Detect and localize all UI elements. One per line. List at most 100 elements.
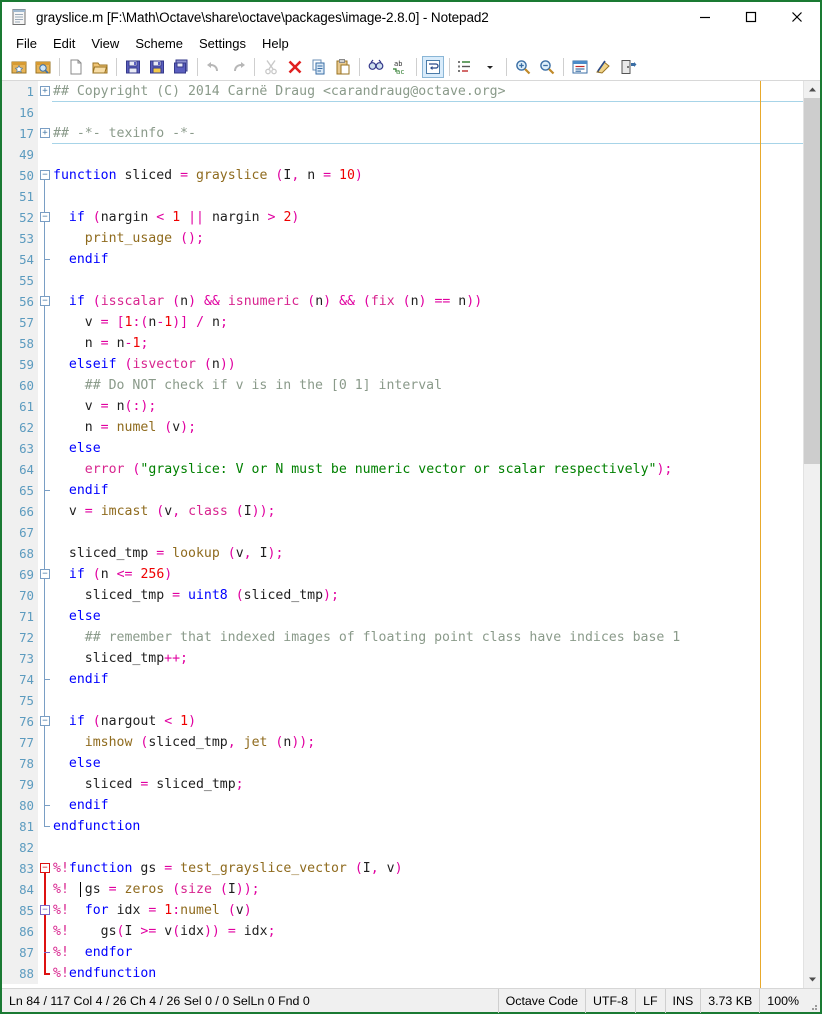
fold-margin[interactable] xyxy=(38,837,52,858)
fold-margin[interactable] xyxy=(38,333,52,354)
code-line[interactable]: 62 n = numel (v); xyxy=(2,417,803,438)
fold-margin[interactable]: − xyxy=(38,165,52,186)
fold-margin[interactable] xyxy=(38,963,52,984)
fold-margin[interactable] xyxy=(38,459,52,480)
fold-margin[interactable] xyxy=(38,879,52,900)
code-text[interactable] xyxy=(52,186,803,207)
undo-icon[interactable] xyxy=(203,56,225,78)
fold-margin[interactable] xyxy=(38,585,52,606)
fold-margin[interactable]: − xyxy=(38,291,52,312)
fold-margin[interactable] xyxy=(38,438,52,459)
status-eol[interactable]: LF xyxy=(636,989,664,1013)
fold-margin[interactable] xyxy=(38,690,52,711)
code-text[interactable] xyxy=(52,102,803,123)
code-line[interactable]: 63 else xyxy=(2,438,803,459)
code-line[interactable]: 65 endif xyxy=(2,480,803,501)
copy-icon[interactable] xyxy=(308,56,330,78)
fold-margin[interactable] xyxy=(38,669,52,690)
fold-margin[interactable]: − xyxy=(38,711,52,732)
fold-margin[interactable] xyxy=(38,816,52,837)
code-text[interactable]: endfunction xyxy=(52,816,803,837)
code-text[interactable]: print_usage (); xyxy=(52,228,803,249)
code-line[interactable]: 85−%! for idx = 1:numel (v) xyxy=(2,900,803,921)
code-line[interactable]: 84%! gs = zeros (size (I)); xyxy=(2,879,803,900)
cut-icon[interactable] xyxy=(260,56,282,78)
fold-margin[interactable] xyxy=(38,627,52,648)
code-line[interactable]: 58 n = n-1; xyxy=(2,333,803,354)
code-text[interactable]: ## -*- texinfo -*- xyxy=(52,123,803,144)
code-line[interactable]: 1 + ## Copyright (C) 2014 Carnë Draug <car… xyxy=(2,81,803,102)
fold-margin[interactable] xyxy=(38,648,52,669)
fold-collapse-icon[interactable]: − xyxy=(40,212,50,222)
status-insert-mode[interactable]: INS xyxy=(666,989,701,1013)
code-line[interactable]: 53 print_usage (); xyxy=(2,228,803,249)
code-text[interactable]: n = numel (v); xyxy=(52,417,803,438)
scrollbar-thumb[interactable] xyxy=(804,98,820,464)
fold-collapse-icon[interactable]: − xyxy=(40,170,50,180)
code-text[interactable]: else xyxy=(52,606,803,627)
fold-margin[interactable] xyxy=(38,795,52,816)
code-text[interactable]: imshow (sliced_tmp, jet (n)); xyxy=(52,732,803,753)
code-line[interactable]: 50− function sliced = grayslice (I, n = 1… xyxy=(2,165,803,186)
code-line[interactable]: 76− if (nargout < 1) xyxy=(2,711,803,732)
save-icon[interactable] xyxy=(122,56,144,78)
fold-margin[interactable] xyxy=(38,774,52,795)
code-line[interactable]: 51 xyxy=(2,186,803,207)
code-line[interactable]: 64 error ("grayslice: V or N must be num… xyxy=(2,459,803,480)
toggle-view-icon[interactable] xyxy=(569,56,591,78)
fold-margin[interactable] xyxy=(38,375,52,396)
code-editor[interactable]: 1 + ## Copyright (C) 2014 Carnë Draug <car… xyxy=(2,81,803,988)
fold-expand-icon[interactable]: + xyxy=(40,128,50,138)
code-text[interactable]: sliced_tmp = uint8 (sliced_tmp); xyxy=(52,585,803,606)
code-text[interactable]: %! endfor xyxy=(52,942,803,963)
save-as-icon[interactable] xyxy=(146,56,168,78)
fold-collapse-icon[interactable]: − xyxy=(40,716,50,726)
delete-icon[interactable] xyxy=(284,56,306,78)
fold-collapse-icon[interactable]: − xyxy=(40,905,50,915)
redo-icon[interactable] xyxy=(227,56,249,78)
save-copy-icon[interactable] xyxy=(170,56,192,78)
fold-margin[interactable] xyxy=(38,312,52,333)
code-text[interactable]: if (nargin < 1 || nargin > 2) xyxy=(52,207,803,228)
code-line[interactable]: 16 xyxy=(2,102,803,123)
code-text[interactable]: endif xyxy=(52,795,803,816)
code-line[interactable]: 61 v = n(:); xyxy=(2,396,803,417)
menu-scheme[interactable]: Scheme xyxy=(127,34,191,53)
code-text[interactable]: else xyxy=(52,438,803,459)
status-encoding[interactable]: UTF-8 xyxy=(586,989,635,1013)
code-line[interactable]: 69− if (n <= 256) xyxy=(2,564,803,585)
code-line[interactable]: 56− if (isscalar (n) && isnumeric (n) &&… xyxy=(2,291,803,312)
code-line[interactable]: 54 endif xyxy=(2,249,803,270)
code-text[interactable]: ## remember that indexed images of float… xyxy=(52,627,803,648)
code-text[interactable] xyxy=(52,837,803,858)
code-line[interactable]: 67 xyxy=(2,522,803,543)
code-text[interactable]: %! gs = zeros (size (I)); xyxy=(52,879,803,900)
fold-margin[interactable] xyxy=(38,417,52,438)
code-line[interactable]: 74 endif xyxy=(2,669,803,690)
scroll-down-icon[interactable] xyxy=(804,971,820,988)
replace-icon[interactable]: ab ac xyxy=(389,56,411,78)
fold-margin[interactable] xyxy=(38,102,52,123)
fold-margin[interactable] xyxy=(38,228,52,249)
fold-margin[interactable] xyxy=(38,606,52,627)
fold-margin[interactable] xyxy=(38,186,52,207)
code-text[interactable]: v = imcast (v, class (I)); xyxy=(52,501,803,522)
fold-margin[interactable] xyxy=(38,753,52,774)
menu-settings[interactable]: Settings xyxy=(191,34,254,53)
code-text[interactable]: ## Do NOT check if v is in the [0 1] int… xyxy=(52,375,803,396)
code-text[interactable]: sliced_tmp++; xyxy=(52,648,803,669)
code-line[interactable]: 83− %!function gs = test_grayslice_vector… xyxy=(2,858,803,879)
zoom-out-icon[interactable] xyxy=(536,56,558,78)
code-line[interactable]: 78 else xyxy=(2,753,803,774)
fold-margin[interactable]: + xyxy=(38,81,52,102)
code-text[interactable] xyxy=(52,522,803,543)
word-wrap-icon[interactable] xyxy=(422,56,444,78)
code-line[interactable]: 57 v = [1:(n-1)] / n; xyxy=(2,312,803,333)
fold-margin[interactable] xyxy=(38,732,52,753)
code-line[interactable]: 77 imshow (sliced_tmp, jet (n)); xyxy=(2,732,803,753)
fold-margin[interactable] xyxy=(38,270,52,291)
code-line[interactable]: 49 xyxy=(2,144,803,165)
code-text[interactable]: v = [1:(n-1)] / n; xyxy=(52,312,803,333)
fold-margin[interactable] xyxy=(38,144,52,165)
code-text[interactable] xyxy=(52,270,803,291)
